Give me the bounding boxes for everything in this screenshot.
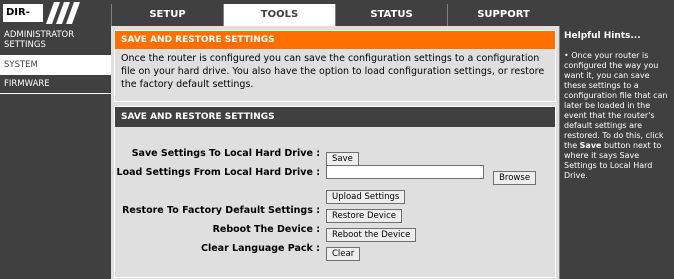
settings-box-title: SAVE AND RESTORE SETTINGS xyxy=(115,107,555,127)
save-settings-row: Save Settings To Local Hard Drive : Save xyxy=(114,146,554,166)
tab-tools[interactable]: TOOLS xyxy=(223,4,335,26)
upload-row: Upload Settings xyxy=(114,184,554,204)
helpful-hints-panel: Helpful Hints... • Once your router is c… xyxy=(559,26,674,279)
upload-settings-button[interactable]: Upload Settings xyxy=(326,190,406,204)
hints-text: • Once your router is configured the way… xyxy=(560,45,674,187)
hints-text-before: • Once your router is configured the way… xyxy=(564,51,668,150)
hints-text-bold: Save xyxy=(579,141,602,150)
settings-box: SAVE AND RESTORE SETTINGS Save Settings … xyxy=(114,106,556,278)
info-box-title: SAVE AND RESTORE SETTINGS xyxy=(115,31,555,49)
restore-label: Restore To Factory Default Settings : xyxy=(122,205,320,216)
reboot-label: Reboot The Device : xyxy=(212,224,320,235)
save-settings-label: Save Settings To Local Hard Drive : xyxy=(131,148,320,159)
sidebar: ADMINISTRATOR SETTINGS SYSTEM FIRMWARE xyxy=(0,26,111,279)
reboot-device-button[interactable]: Reboot the Device xyxy=(326,228,417,242)
tab-status[interactable]: STATUS xyxy=(335,4,447,26)
tab-setup[interactable]: SETUP xyxy=(111,4,223,26)
hints-title: Helpful Hints... xyxy=(564,31,641,41)
model-logo: DIR-516 xyxy=(3,4,43,36)
restore-row: Restore To Factory Default Settings : Re… xyxy=(114,203,554,223)
info-box-description: Once the router is configured you can sa… xyxy=(121,53,545,90)
restore-device-button[interactable]: Restore Device xyxy=(326,209,403,223)
info-box: SAVE AND RESTORE SETTINGS Once the route… xyxy=(114,30,556,102)
settings-box-body: Save Settings To Local Hard Drive : Save… xyxy=(116,129,554,276)
clear-language-label: Clear Language Pack : xyxy=(200,243,320,254)
load-settings-label: Load Settings From Local Hard Drive : xyxy=(116,167,320,178)
clear-language-row: Clear Language Pack : Clear xyxy=(114,241,554,261)
sidebar-item-administrator-settings[interactable]: ADMINISTRATOR SETTINGS xyxy=(0,26,111,56)
file-path-input[interactable] xyxy=(326,165,484,179)
main-content: SAVE AND RESTORE SETTINGS Once the route… xyxy=(111,26,559,279)
reboot-row: Reboot The Device : Reboot the Device xyxy=(114,222,554,242)
save-button[interactable]: Save xyxy=(326,152,359,166)
top-navigation-bar: DIR-516 SETUP TOOLS STATUS SUPPORT xyxy=(0,0,674,36)
clear-button[interactable]: Clear xyxy=(326,247,361,261)
sidebar-item-system[interactable]: SYSTEM xyxy=(0,56,111,75)
router-admin-page: DIR-516 SETUP TOOLS STATUS SUPPORT ADMIN… xyxy=(0,0,674,279)
load-settings-row: Load Settings From Local Hard Drive : Br… xyxy=(114,165,554,185)
browse-button[interactable]: Browse xyxy=(493,171,537,185)
tab-support[interactable]: SUPPORT xyxy=(447,4,559,26)
sidebar-item-firmware[interactable]: FIRMWARE xyxy=(0,75,111,94)
